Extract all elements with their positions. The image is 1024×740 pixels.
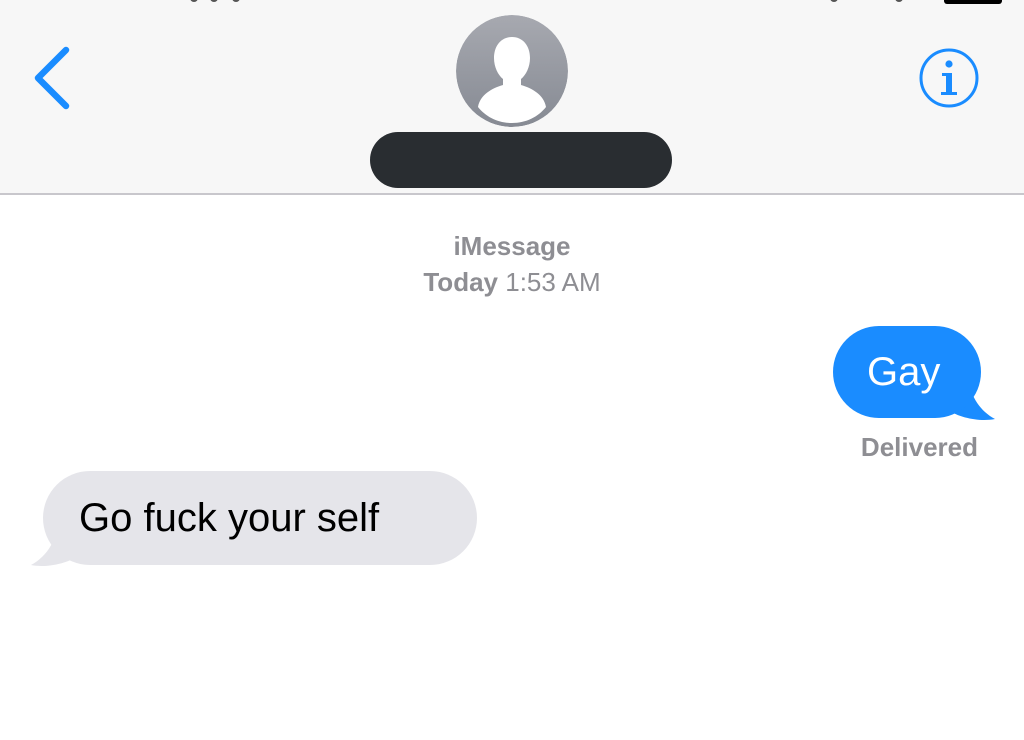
delivery-status: Delivered [860,432,978,462]
back-button[interactable] [28,44,78,110]
conversation-header [0,0,1024,195]
contact-avatar[interactable] [456,15,568,127]
info-circle-icon [919,48,979,108]
message-timestamp: Today 1:53 AM [0,265,1024,299]
incoming-message-text: Go fuck your self [79,496,380,540]
outgoing-message-text: Gay [867,350,941,394]
chevron-left-icon [34,46,70,110]
timestamp-day: Today [423,267,498,297]
outgoing-message-bubble[interactable]: Gay [833,326,981,418]
contact-name-redacted[interactable] [370,132,672,188]
incoming-message-bubble[interactable]: Go fuck your self [43,471,477,565]
signal-dot-icon [210,0,218,2]
status-dot-icon [895,0,903,2]
status-dot-icon [830,0,838,2]
info-button[interactable] [918,47,980,109]
status-bar [0,0,1024,6]
timestamp-time: 1:53 AM [505,267,601,297]
person-silhouette-icon [456,15,568,127]
service-label: iMessage [453,231,571,261]
signal-dot-icon [232,0,240,2]
signal-dot-icon [190,0,198,2]
messages-screen: iMessage Today 1:53 AM Gay Delivered Go … [0,0,1024,740]
battery-icon [944,0,1002,4]
